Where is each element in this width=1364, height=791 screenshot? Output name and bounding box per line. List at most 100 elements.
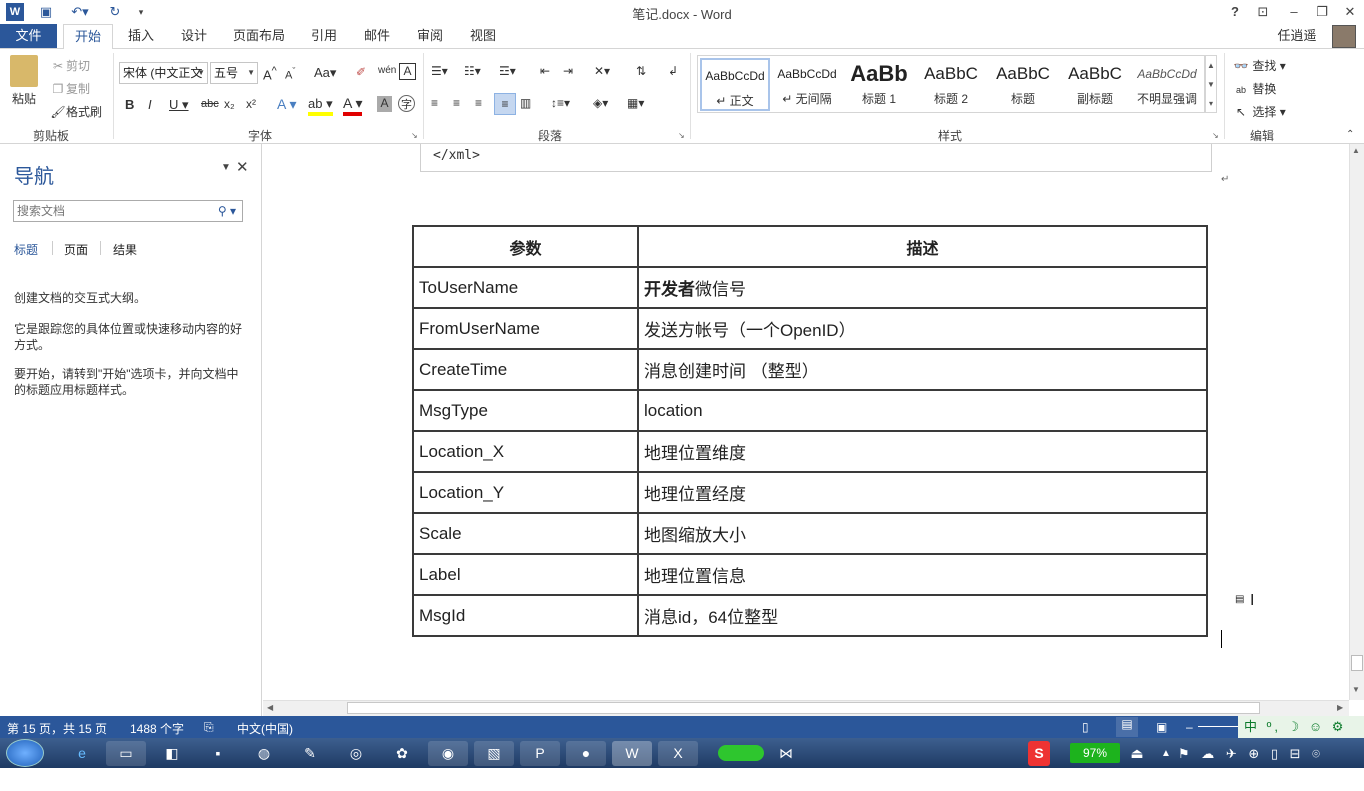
text-effects-icon[interactable]: A ▾	[277, 96, 296, 113]
table-cell[interactable]: MsgType	[412, 389, 639, 432]
table-cell[interactable]: 发送方帐号（一个OpenID）	[637, 307, 1208, 350]
sort-icon[interactable]: ⇅	[636, 64, 646, 78]
table-cell[interactable]: CreateTime	[412, 348, 639, 391]
paste-icon[interactable]	[10, 55, 38, 87]
table-cell[interactable]: MsgId	[412, 594, 639, 637]
start-button[interactable]	[6, 739, 44, 767]
style-no-spacing[interactable]: AaBbCcDd ↵ 无间隔	[772, 58, 842, 111]
word-count[interactable]: 1488 个字	[130, 720, 184, 737]
table-cell[interactable]: 地图缩放大小	[637, 512, 1208, 555]
nav-options-icon[interactable]: ▼	[221, 162, 231, 173]
bold-button[interactable]: B	[125, 97, 134, 112]
avatar[interactable]	[1332, 25, 1356, 48]
show-marks-icon[interactable]: ↲	[668, 64, 678, 78]
table-cell[interactable]: location	[637, 389, 1208, 432]
network-app-icon[interactable]: ⋈	[766, 741, 806, 766]
font-color-icon[interactable]: A ▾	[343, 95, 363, 116]
sogou-icon[interactable]: S	[1028, 741, 1050, 766]
scroll-thumb[interactable]	[1351, 655, 1363, 671]
table-cell[interactable]: FromUserName	[412, 307, 639, 350]
battery-meter[interactable]: 97%	[1070, 743, 1120, 763]
scroll-up-icon[interactable]: ▲	[1352, 146, 1360, 155]
table-cell[interactable]: 地理位置信息	[637, 553, 1208, 596]
tray-expand-icon[interactable]: ▲	[1156, 741, 1176, 766]
style-heading-1[interactable]: AaBb 标题 1	[844, 58, 914, 111]
align-left-icon[interactable]: ≡	[431, 96, 438, 110]
highlight-icon[interactable]: ab ▾	[308, 96, 333, 116]
dialog-launcher-icon[interactable]: ↘	[1212, 131, 1219, 140]
decrease-indent-icon[interactable]: ⇤	[540, 64, 550, 78]
vertical-scrollbar[interactable]: ▲ ▼	[1349, 144, 1364, 700]
word-icon[interactable]: W	[612, 741, 652, 766]
ribbon-display-icon[interactable]: ⊡	[1250, 2, 1276, 22]
tab-mailings[interactable]: 邮件	[362, 27, 392, 47]
document-area[interactable]: </xml> ↵ 参数 描述 ToUserName 开发者微信号 FromUser…	[263, 144, 1348, 700]
picasa-icon[interactable]: ✿	[382, 741, 422, 766]
help-button[interactable]: ?	[1222, 2, 1248, 22]
table-cell[interactable]: Location_X	[412, 430, 639, 473]
table-cell[interactable]: 消息创建时间 （整型）	[637, 348, 1208, 391]
superscript-button[interactable]: x²	[246, 97, 256, 111]
table-anchor-icon[interactable]: ▤	[1235, 594, 1244, 605]
shrink-font-icon[interactable]: Aˇ	[285, 66, 295, 82]
collapse-ribbon-icon[interactable]: ⌃	[1346, 129, 1354, 140]
styles-scroll[interactable]: ▲ ▼ ▾	[1205, 55, 1217, 113]
scroll-right-icon[interactable]: ▶	[1337, 703, 1343, 712]
dialog-launcher-icon[interactable]: ↘	[411, 131, 418, 140]
green-app-icon[interactable]: ●	[566, 741, 606, 766]
table-cell[interactable]: 地理位置经度	[637, 471, 1208, 514]
enclose-char-icon[interactable]: 字	[398, 95, 415, 112]
line-spacing-icon[interactable]: ↕≡▾	[551, 96, 570, 110]
tab-view[interactable]: 视图	[468, 27, 498, 47]
power-icon[interactable]: ⏏	[1124, 741, 1150, 766]
nav-tab-results[interactable]: 结果	[113, 241, 137, 258]
tool-icon[interactable]: ✎	[290, 741, 330, 766]
page-count[interactable]: 第 15 页，共 15 页	[7, 720, 107, 737]
minimize-button[interactable]: –	[1281, 2, 1307, 22]
style-subtitle[interactable]: AaBbC 副标题	[1060, 58, 1130, 111]
cut-button[interactable]: ✂ 剪切	[50, 57, 90, 74]
ime-toolbar[interactable]: 中 º, ☽ ☺ ⚙	[1238, 716, 1364, 738]
copy-button[interactable]: ❐ 复制	[50, 80, 90, 97]
search-icon[interactable]: ⚲ ▾	[218, 201, 236, 221]
select-button[interactable]: ↖ 选择 ▾	[1233, 103, 1286, 120]
user-name[interactable]: 任逍遥	[1272, 27, 1322, 47]
borders-icon[interactable]: ▦▾	[627, 96, 644, 110]
horizontal-scrollbar[interactable]: ◀ ▶	[263, 700, 1349, 716]
tab-file[interactable]: 文件	[0, 24, 57, 48]
phonetic-guide-icon[interactable]: wén	[378, 65, 396, 76]
zoom-out-icon[interactable]: –	[1186, 720, 1193, 734]
powerpoint-icon[interactable]: P	[520, 741, 560, 766]
nav-close-icon[interactable]: ✕	[236, 158, 249, 176]
change-case-icon[interactable]: Aa▾	[314, 65, 336, 81]
zoom-slider[interactable]	[1198, 726, 1238, 727]
chrome-icon[interactable]: ◎	[336, 741, 376, 766]
tab-page-layout[interactable]: 页面布局	[232, 27, 286, 47]
app-icon[interactable]: ◧	[152, 741, 192, 766]
font-size-combo[interactable]: 五号 ▼	[210, 62, 258, 84]
read-mode-icon[interactable]: ▯	[1082, 720, 1089, 734]
scroll-down-icon[interactable]: ▼	[1352, 685, 1360, 694]
style-subtle-emphasis[interactable]: AaBbCcDd 不明显强调	[1132, 58, 1202, 111]
strikethrough-button[interactable]: abc	[201, 98, 219, 110]
paint-icon[interactable]: ◍	[244, 741, 284, 766]
tab-review[interactable]: 审阅	[415, 27, 445, 47]
ie-icon[interactable]: e	[62, 741, 102, 766]
web-layout-icon[interactable]: ▣	[1156, 720, 1167, 734]
bullets-icon[interactable]: ☰▾	[431, 64, 448, 78]
replace-button[interactable]: ab 替换	[1233, 80, 1276, 98]
table-cell[interactable]: 地理位置维度	[637, 430, 1208, 473]
italic-button[interactable]: I	[148, 97, 152, 112]
numbering-icon[interactable]: ☷▾	[464, 64, 481, 78]
increase-indent-icon[interactable]: ⇥	[563, 64, 573, 78]
format-painter-button[interactable]: 🖌格式刷	[50, 103, 102, 120]
tab-insert[interactable]: 插入	[126, 27, 156, 47]
char-border-icon[interactable]: A	[399, 63, 416, 80]
paste-button[interactable]: 粘贴	[12, 90, 36, 107]
grow-font-icon[interactable]: A^	[263, 65, 277, 82]
proofing-icon[interactable]: ⎘	[204, 720, 214, 735]
scroll-left-icon[interactable]: ◀	[267, 703, 273, 712]
find-button[interactable]: 👓 查找 ▾	[1233, 57, 1286, 74]
style-normal[interactable]: AaBbCcDd ↵ 正文	[700, 58, 770, 111]
style-title[interactable]: AaBbC 标题	[988, 58, 1058, 111]
